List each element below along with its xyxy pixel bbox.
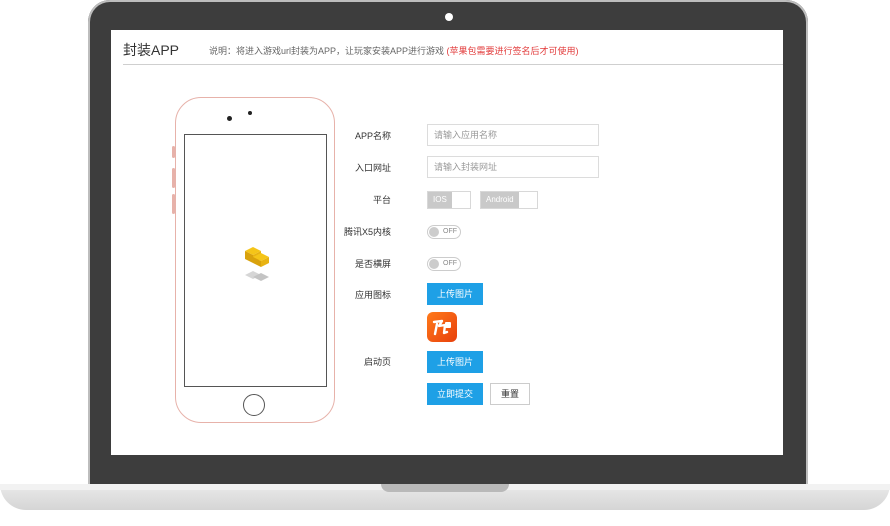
app-name-input[interactable]: 请输入应用名称 xyxy=(427,124,599,146)
switch-knob xyxy=(429,227,439,237)
orange-app-icon xyxy=(427,312,457,342)
x5-core-switch[interactable]: OFF xyxy=(427,225,461,239)
row-entry-url: 入口网址 xyxy=(111,156,421,180)
platform-ios-toggle[interactable]: IOS xyxy=(427,191,471,209)
platform-android-label: Android xyxy=(481,192,519,208)
platform-android-toggle[interactable]: Android xyxy=(480,191,538,209)
platform-ios-label: IOS xyxy=(428,192,452,208)
page-description: 说明：将进入游戏url封装为APP，让玩家安装APP进行游戏 (苹果包需要进行签… xyxy=(209,44,579,57)
warning-text: (苹果包需要进行签名后才可使用) xyxy=(446,46,579,56)
upload-icon-button[interactable]: 上传图片 xyxy=(427,283,483,305)
submit-button[interactable]: 立即提交 xyxy=(427,383,483,405)
app-icon-label: 应用图标 xyxy=(354,290,391,300)
page-title: 封装APP xyxy=(123,42,180,58)
entry-url-label: 入口网址 xyxy=(354,163,391,173)
x5-core-state: OFF xyxy=(443,228,457,235)
row-splash: 启动页 xyxy=(111,350,421,374)
row-platform: 平台 xyxy=(111,188,421,212)
page-header: 封装APP 说明：将进入游戏url封装为APP，让玩家安装APP进行游戏 (苹果… xyxy=(123,30,783,65)
splash-label: 启动页 xyxy=(363,357,391,367)
row-x5-core: 腾讯X5内核 xyxy=(111,220,421,244)
app-icon-glyph xyxy=(432,319,451,336)
phone-sensor xyxy=(248,111,252,115)
phone-camera xyxy=(227,116,232,121)
switch-knob xyxy=(429,259,439,269)
platform-label: 平台 xyxy=(372,195,391,205)
screen: 封装APP 说明：将进入游戏url封装为APP，让玩家安装APP进行游戏 (苹果… xyxy=(111,30,783,455)
landscape-state: OFF xyxy=(443,260,457,267)
camera-dot xyxy=(445,13,453,21)
description-text: 说明：将进入游戏url封装为APP，让玩家安装APP进行游戏 xyxy=(209,46,445,56)
row-app-icon: 应用图标 xyxy=(111,283,421,307)
laptop-frame: 封装APP 说明：将进入游戏url封装为APP，让玩家安装APP进行游戏 (苹果… xyxy=(88,0,808,490)
entry-url-input[interactable]: 请输入封装网址 xyxy=(427,156,599,178)
landscape-switch[interactable]: OFF xyxy=(427,257,461,271)
phone-home-button xyxy=(243,394,265,416)
app-name-label: APP名称 xyxy=(354,131,391,141)
row-app-name: APP名称 xyxy=(111,124,421,148)
row-landscape: 是否横屏 xyxy=(111,252,421,276)
upload-splash-button[interactable]: 上传图片 xyxy=(427,351,483,373)
landscape-label: 是否横屏 xyxy=(354,259,391,269)
reset-button[interactable]: 重置 xyxy=(490,383,530,405)
laptop-notch xyxy=(381,484,509,492)
x5-core-label: 腾讯X5内核 xyxy=(343,227,391,237)
